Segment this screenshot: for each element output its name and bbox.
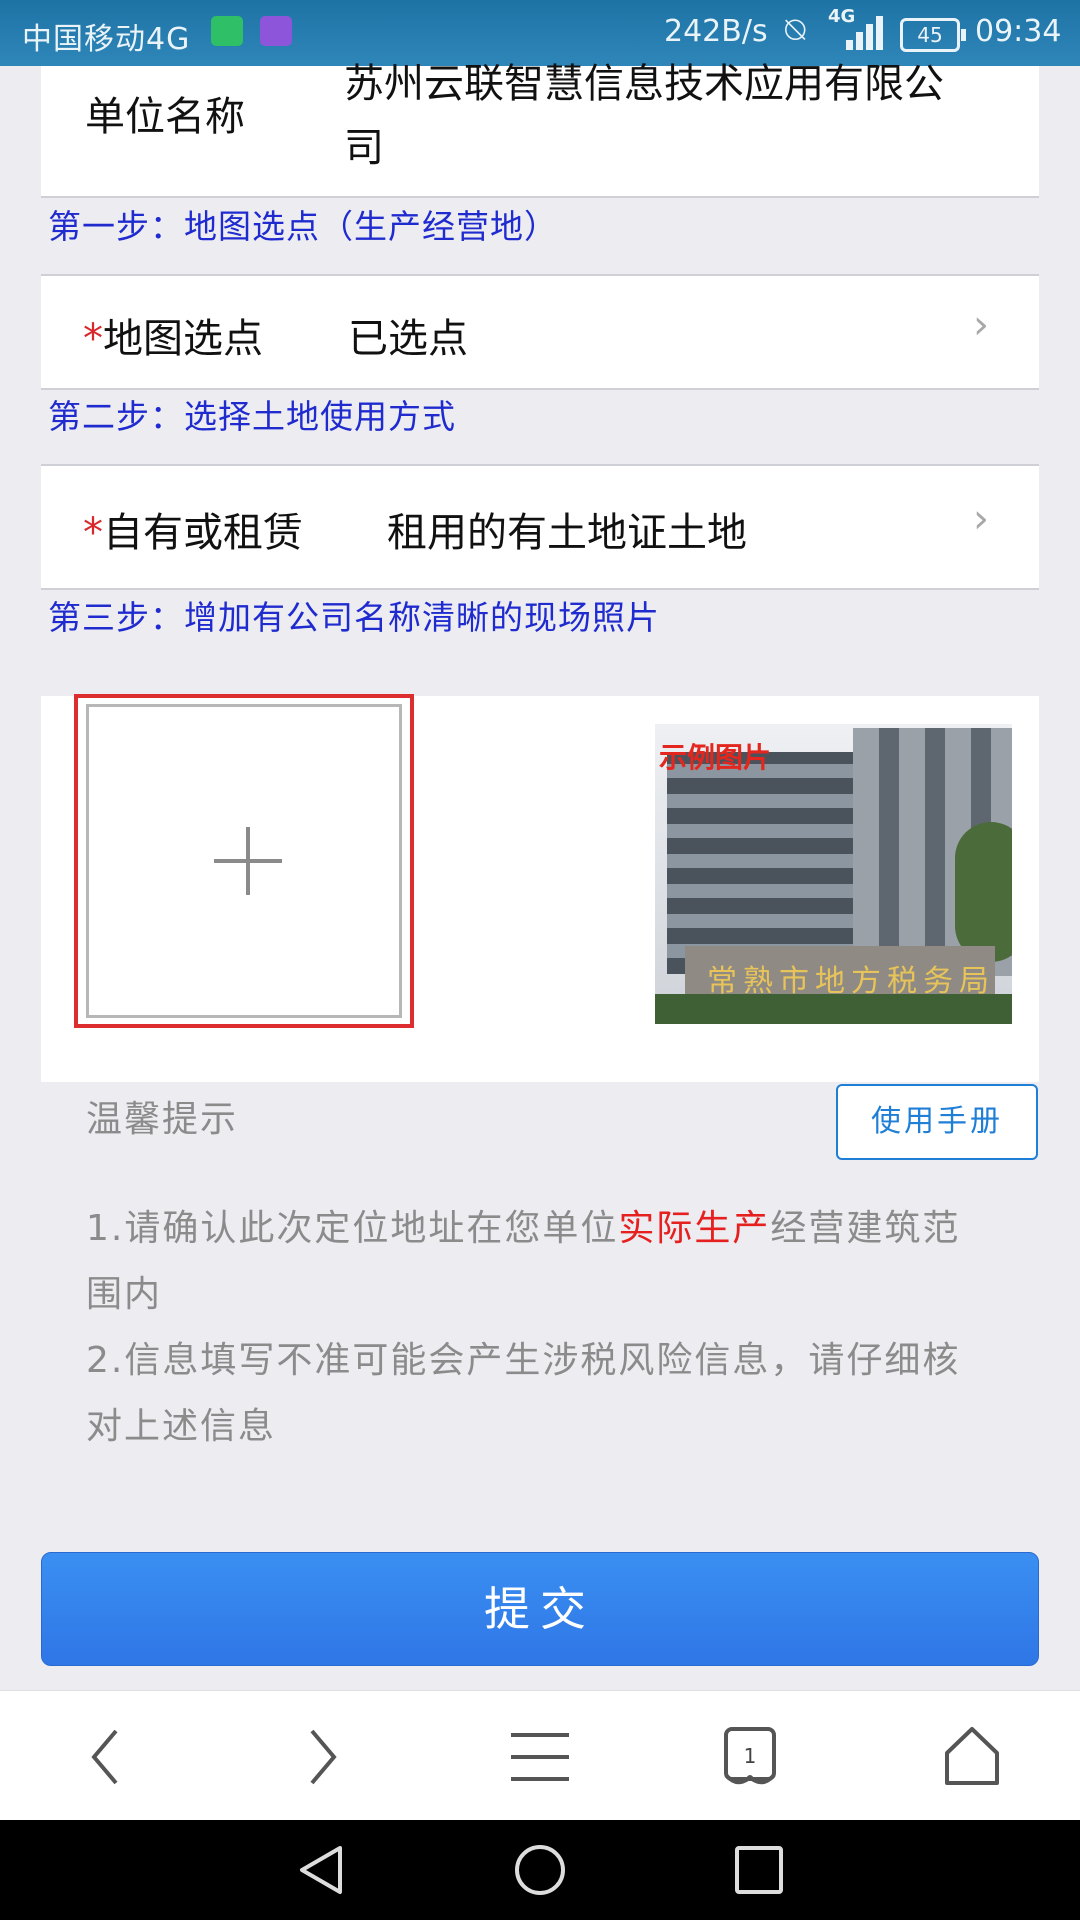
tip-2: 2.信息填写不准可能会产生涉税风险信息，请仔细核对上述信息 bbox=[86, 1340, 961, 1447]
map-select-row[interactable]: *地图选点 已选点 › bbox=[41, 274, 1039, 390]
unit-name-label: 单位名称 bbox=[85, 94, 245, 140]
home-icon[interactable] bbox=[937, 1725, 1007, 1789]
add-photo-frame bbox=[86, 704, 402, 1018]
unit-name-value: 苏州云联智慧信息技术应用有限公司 bbox=[344, 61, 944, 171]
chevron-right-icon: › bbox=[973, 302, 989, 348]
add-photo-button[interactable] bbox=[74, 694, 414, 1028]
ownership-row[interactable]: *自有或租赁 租用的有土地证土地 › bbox=[41, 464, 1039, 590]
step1-title: 第一步：地图选点（生产经营地） bbox=[48, 207, 558, 246]
signal-icon bbox=[842, 14, 884, 50]
ownership-label: *自有或租赁 bbox=[83, 510, 303, 556]
example-photo-label: 示例图片 bbox=[659, 741, 772, 774]
back-icon[interactable] bbox=[72, 1725, 142, 1789]
carrier-label: 中国移动4G bbox=[22, 22, 191, 57]
clock: 09:34 bbox=[975, 14, 1062, 49]
browser-toolbar: 1 bbox=[0, 1690, 1080, 1821]
notification-icon bbox=[211, 16, 243, 46]
tip-1: 1.请确认此次定位地址在您单位实际生产经营建筑范围内 bbox=[86, 1208, 961, 1315]
system-home-icon[interactable] bbox=[512, 1842, 568, 1898]
system-navigation-bar bbox=[0, 1820, 1080, 1920]
battery-icon: 45 bbox=[900, 18, 966, 52]
example-photo: 常熟市地方税务局 示例图片 bbox=[655, 724, 1012, 1024]
tab-count: 1 bbox=[743, 1744, 757, 1768]
submit-button[interactable]: 提交 bbox=[41, 1552, 1039, 1666]
tip-highlight: 实际生产 bbox=[618, 1208, 771, 1249]
required-mark: * bbox=[83, 316, 103, 362]
menu-icon[interactable] bbox=[505, 1725, 575, 1789]
system-recents-icon[interactable] bbox=[731, 1842, 787, 1898]
chevron-right-icon: › bbox=[973, 496, 989, 542]
unit-name-row: 单位名称 苏州云联智慧信息技术应用有限公司 bbox=[41, 61, 1039, 198]
tabs-icon[interactable]: 1 bbox=[720, 1725, 790, 1789]
map-select-label: *地图选点 bbox=[83, 316, 263, 362]
mute-icon: ⍉ bbox=[785, 10, 806, 50]
gallery-notification-icon bbox=[260, 16, 292, 46]
required-mark: * bbox=[83, 510, 103, 556]
step2-title: 第二步：选择土地使用方式 bbox=[48, 397, 456, 436]
tips-title: 温馨提示 bbox=[86, 1099, 239, 1140]
step3-title: 第三步：增加有公司名称清晰的现场照片 bbox=[48, 598, 660, 637]
ownership-value: 租用的有土地证土地 bbox=[387, 510, 747, 556]
system-back-icon[interactable] bbox=[294, 1842, 350, 1898]
forward-icon[interactable] bbox=[290, 1725, 360, 1789]
map-select-value: 已选点 bbox=[348, 316, 468, 362]
user-manual-button[interactable]: 使用手册 bbox=[836, 1084, 1038, 1160]
net-speed: 242B/s bbox=[664, 14, 768, 49]
